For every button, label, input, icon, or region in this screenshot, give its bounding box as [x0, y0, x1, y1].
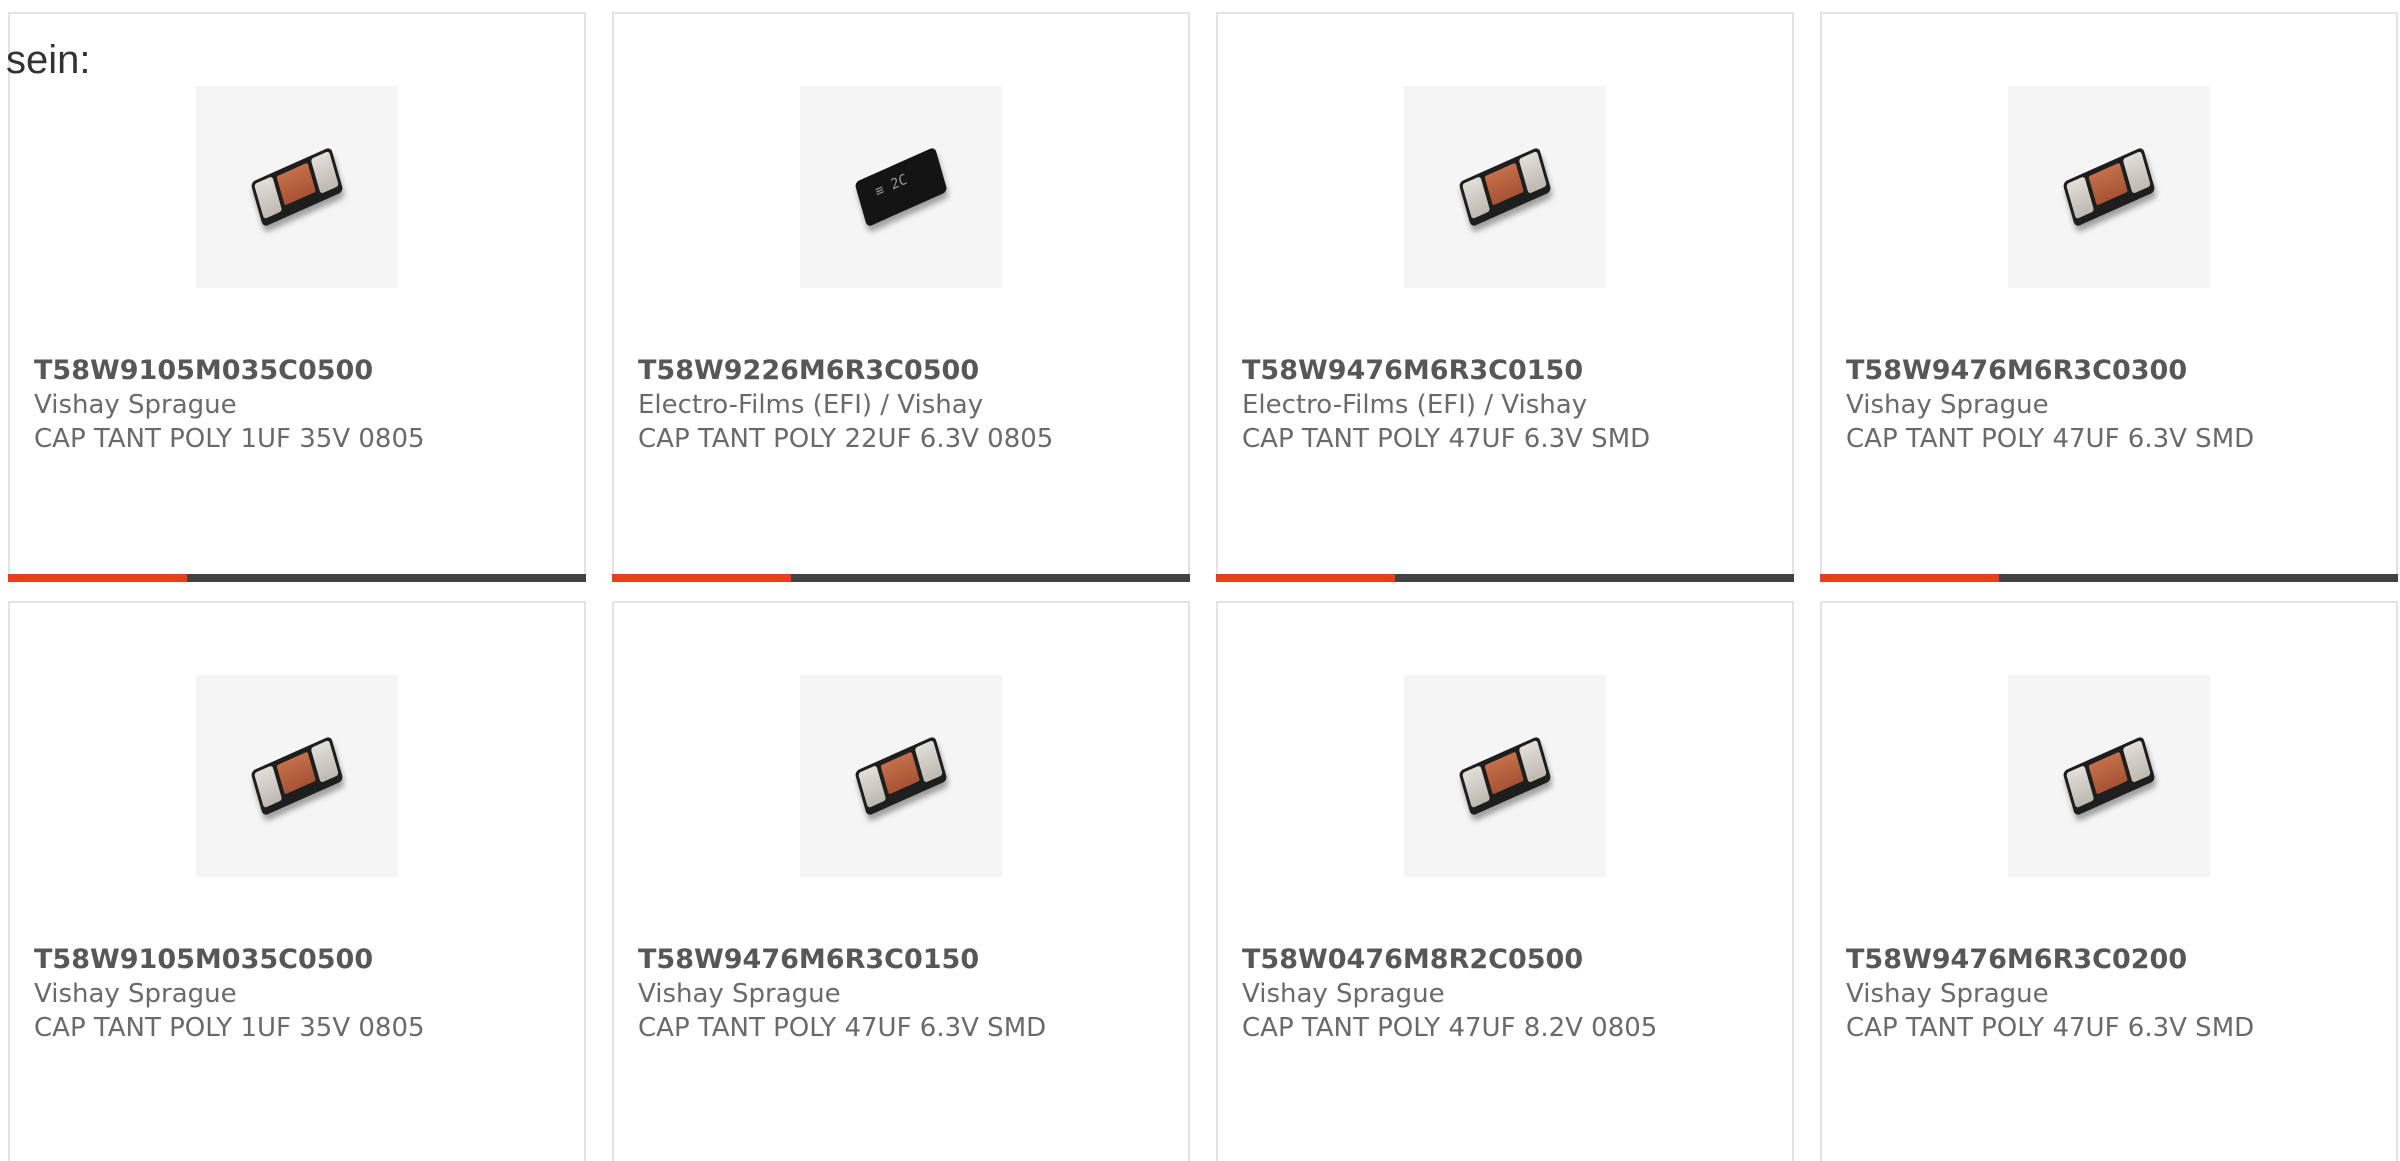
product-image[interactable]: [196, 86, 398, 288]
product-image[interactable]: [2008, 86, 2210, 288]
part-number-link[interactable]: T58W9476M6R3C0200: [1846, 943, 2386, 977]
product-info: T58W9476M6R3C0150 Vishay Sprague CAP TAN…: [638, 943, 1178, 1045]
progress-fill: [8, 574, 188, 582]
description: CAP TANT POLY 47UF 6.3V SMD: [1242, 424, 1651, 454]
product-card[interactable]: T58W9476M6R3C0200 Vishay Sprague CAP TAN…: [1820, 601, 2398, 1161]
tantalum-chip-icon: [250, 735, 344, 817]
product-card[interactable]: T58W9226M6R3C0500 Electro-Films (EFI) / …: [612, 12, 1190, 582]
description: CAP TANT POLY 47UF 6.3V SMD: [1846, 424, 2255, 454]
manufacturer: Vishay Sprague: [1846, 390, 2049, 420]
tantalum-chip-icon: [854, 735, 948, 817]
manufacturer: Vishay Sprague: [34, 979, 237, 1009]
part-number-link[interactable]: T58W9105M035C0500: [34, 354, 574, 388]
progress-bar: [1820, 574, 2398, 582]
progress-bar: [8, 574, 586, 582]
tantalum-chip-icon: [2062, 735, 2156, 817]
manufacturer: Electro-Films (EFI) / Vishay: [638, 390, 984, 420]
progress-fill: [612, 574, 792, 582]
manufacturer: Vishay Sprague: [1242, 979, 1445, 1009]
progress-fill: [1820, 574, 2000, 582]
product-info: T58W9476M6R3C0150 Electro-Films (EFI) / …: [1242, 354, 1782, 456]
manufacturer: Vishay Sprague: [1846, 979, 2049, 1009]
product-card[interactable]: T58W9105M035C0500 Vishay Sprague CAP TAN…: [8, 12, 586, 582]
progress-bar: [1216, 574, 1794, 582]
product-card[interactable]: T58W0476M8R2C0500 Vishay Sprague CAP TAN…: [1216, 601, 1794, 1161]
product-info: T58W9476M6R3C0200 Vishay Sprague CAP TAN…: [1846, 943, 2386, 1045]
product-info: T58W9105M035C0500 Vishay Sprague CAP TAN…: [34, 354, 574, 456]
product-card[interactable]: T58W9476M6R3C0150 Vishay Sprague CAP TAN…: [612, 601, 1190, 1161]
part-number-link[interactable]: T58W9476M6R3C0150: [638, 943, 1178, 977]
part-number-link[interactable]: T58W9476M6R3C0150: [1242, 354, 1782, 388]
tantalum-chip-icon: [2062, 146, 2156, 228]
part-number-link[interactable]: T58W9105M035C0500: [34, 943, 574, 977]
part-number-link[interactable]: T58W0476M8R2C0500: [1242, 943, 1782, 977]
manufacturer: Vishay Sprague: [34, 390, 237, 420]
tantalum-chip-icon: [250, 146, 344, 228]
product-card[interactable]: T58W9105M035C0500 Vishay Sprague CAP TAN…: [8, 601, 586, 1161]
progress-fill: [1216, 574, 1396, 582]
product-image[interactable]: [196, 675, 398, 877]
description: CAP TANT POLY 47UF 6.3V SMD: [1846, 1013, 2255, 1043]
description: CAP TANT POLY 47UF 6.3V SMD: [638, 1013, 1047, 1043]
product-card[interactable]: T58W9476M6R3C0300 Vishay Sprague CAP TAN…: [1820, 12, 2398, 582]
product-info: T58W9226M6R3C0500 Electro-Films (EFI) / …: [638, 354, 1178, 456]
description: CAP TANT POLY 1UF 35V 0805: [34, 424, 425, 454]
intro-text: sein:: [6, 38, 91, 82]
product-image[interactable]: [800, 675, 1002, 877]
product-image[interactable]: [1404, 675, 1606, 877]
tantalum-chip-icon: [854, 146, 948, 228]
product-grid: T58W9105M035C0500 Vishay Sprague CAP TAN…: [0, 0, 2400, 1161]
part-number-link[interactable]: T58W9226M6R3C0500: [638, 354, 1178, 388]
product-grid-page: sein: T58W9105M035C0500 Vishay Sprague C…: [0, 0, 2400, 1161]
part-number-link[interactable]: T58W9476M6R3C0300: [1846, 354, 2386, 388]
description: CAP TANT POLY 1UF 35V 0805: [34, 1013, 425, 1043]
product-image[interactable]: [2008, 675, 2210, 877]
product-info: T58W9105M035C0500 Vishay Sprague CAP TAN…: [34, 943, 574, 1045]
description: CAP TANT POLY 22UF 6.3V 0805: [638, 424, 1054, 454]
product-image[interactable]: [800, 86, 1002, 288]
tantalum-chip-icon: [1458, 735, 1552, 817]
description: CAP TANT POLY 47UF 8.2V 0805: [1242, 1013, 1658, 1043]
product-image[interactable]: [1404, 86, 1606, 288]
product-info: T58W9476M6R3C0300 Vishay Sprague CAP TAN…: [1846, 354, 2386, 456]
manufacturer: Vishay Sprague: [638, 979, 841, 1009]
tantalum-chip-icon: [1458, 146, 1552, 228]
product-card[interactable]: T58W9476M6R3C0150 Electro-Films (EFI) / …: [1216, 12, 1794, 582]
progress-bar: [612, 574, 1190, 582]
manufacturer: Electro-Films (EFI) / Vishay: [1242, 390, 1588, 420]
product-info: T58W0476M8R2C0500 Vishay Sprague CAP TAN…: [1242, 943, 1782, 1045]
